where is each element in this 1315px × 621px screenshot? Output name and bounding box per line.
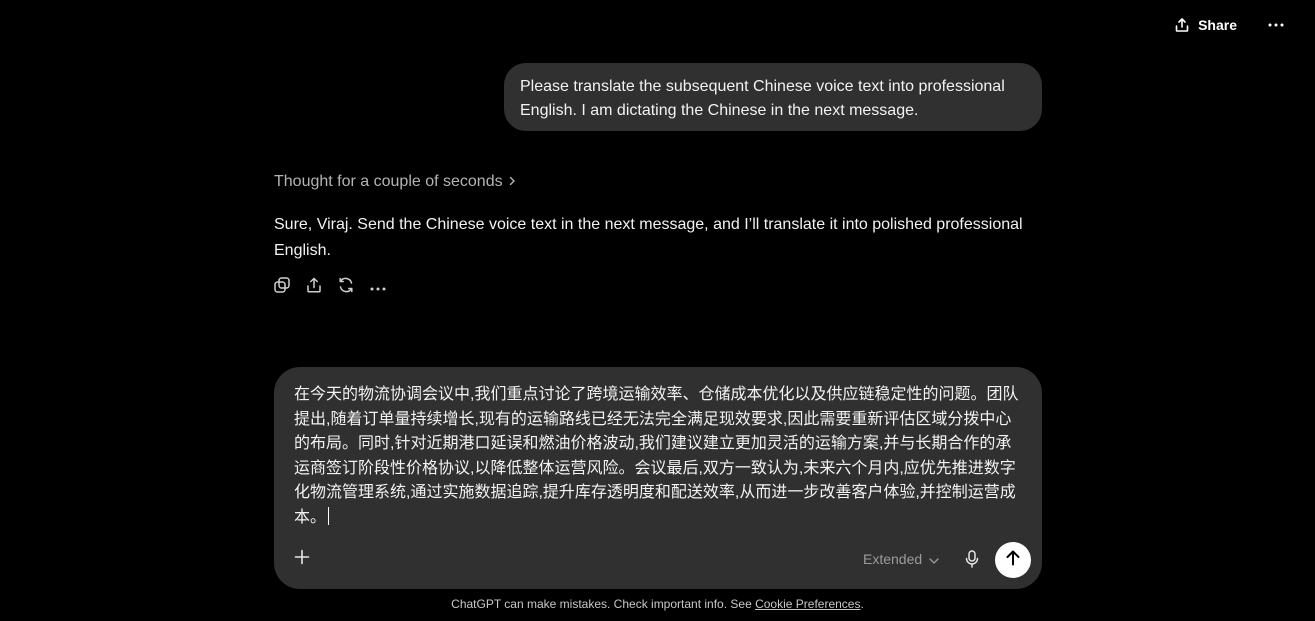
- share-icon: [1174, 17, 1190, 33]
- send-button[interactable]: [995, 542, 1031, 578]
- arrow-up-icon: [1006, 550, 1020, 571]
- user-message-text: Please translate the subsequent Chinese …: [520, 78, 1005, 119]
- add-attachment-button[interactable]: [290, 547, 314, 571]
- assistant-message-actions: [272, 276, 388, 298]
- chevron-right-icon: [509, 173, 516, 191]
- model-mode-selector[interactable]: Extended: [863, 551, 939, 567]
- more-icon: [370, 278, 386, 296]
- regenerate-button[interactable]: [336, 276, 356, 298]
- more-icon: [1268, 23, 1284, 27]
- cookie-preferences-link[interactable]: Cookie Preferences: [755, 597, 860, 611]
- more-actions-button[interactable]: [368, 276, 388, 298]
- disclaimer: ChatGPT can make mistakes. Check importa…: [0, 597, 1315, 611]
- text-caret: [328, 506, 330, 525]
- mic-icon: [965, 549, 979, 573]
- prompt-text: 在今天的物流协调会议中,我们重点讨论了跨境运输效率、仓储成本优化以及供应链稳定性…: [294, 386, 1019, 526]
- chat-page: Share Please translate the subsequent Ch…: [0, 0, 1315, 621]
- thought-toggle[interactable]: Thought for a couple of seconds: [274, 173, 516, 191]
- message-composer: 在今天的物流协调会议中,我们重点讨论了跨境运输效率、仓储成本优化以及供应链稳定性…: [274, 367, 1042, 589]
- share-button[interactable]: Share: [1166, 12, 1245, 38]
- regenerate-icon: [337, 276, 355, 299]
- share-icon: [305, 276, 323, 299]
- user-message-bubble: Please translate the subsequent Chinese …: [504, 63, 1042, 131]
- share-label: Share: [1198, 17, 1237, 33]
- prompt-textarea[interactable]: 在今天的物流协调会议中,我们重点讨论了跨境运输效率、仓储成本优化以及供应链稳定性…: [294, 383, 1024, 530]
- model-mode-label: Extended: [863, 551, 923, 567]
- disclaimer-text: ChatGPT can make mistakes. Check importa…: [451, 597, 756, 611]
- copy-button[interactable]: [272, 276, 292, 298]
- copy-icon: [273, 276, 291, 299]
- assistant-message: Sure, Viraj. Send the Chinese voice text…: [274, 216, 1023, 259]
- disclaimer-suffix: .: [860, 597, 864, 611]
- dictate-button[interactable]: [961, 549, 983, 573]
- conversation-options-button[interactable]: [1263, 12, 1289, 38]
- thought-label: Thought for a couple of seconds: [274, 173, 503, 190]
- plus-icon: [294, 549, 310, 570]
- chevron-down-icon: [929, 551, 939, 567]
- header-actions: Share: [1166, 12, 1289, 38]
- share-message-button[interactable]: [304, 276, 324, 298]
